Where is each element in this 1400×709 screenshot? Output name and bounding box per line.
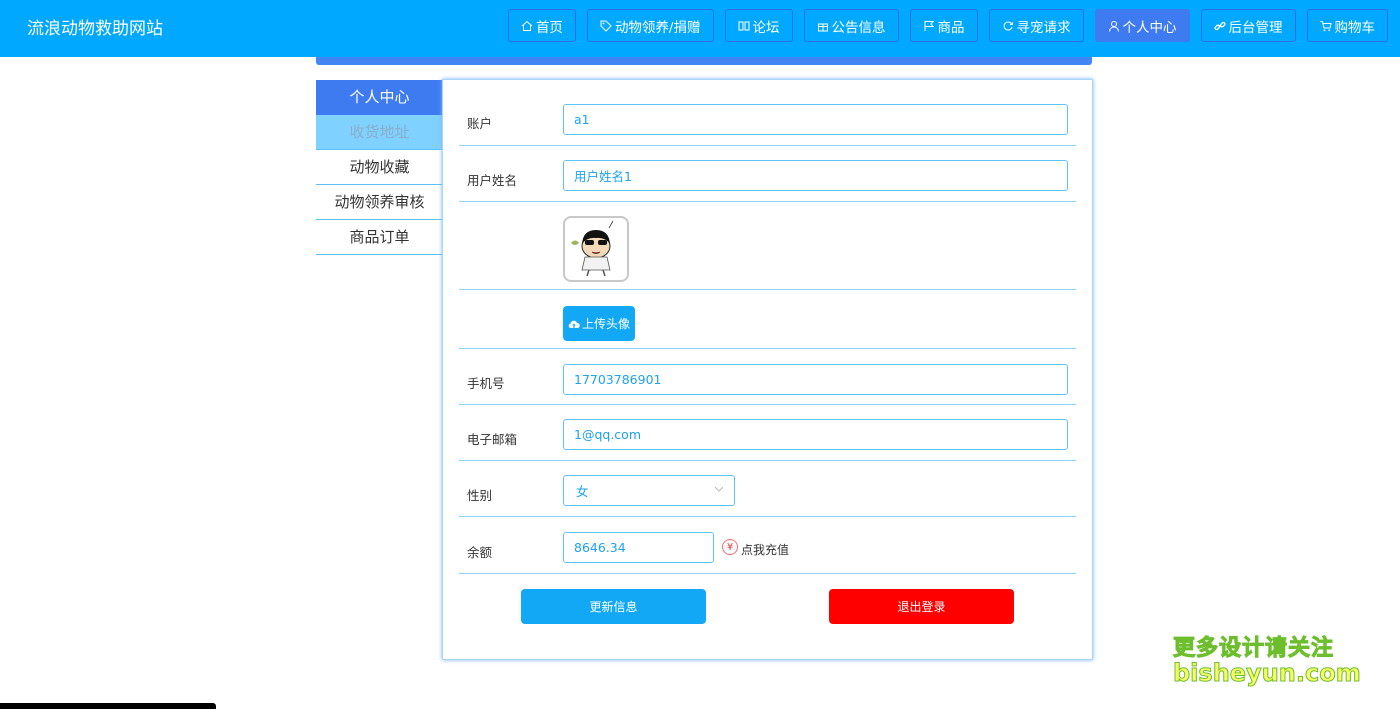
nav-adoption-label: 动物领养/捐赠 — [614, 19, 701, 36]
sidebar-item-address[interactable]: 收货地址 — [316, 115, 443, 150]
nav-pet-search-label: 寻宠请求 — [1016, 19, 1071, 36]
balance-input[interactable]: 8646.34 — [563, 532, 714, 563]
watermark-line2: bisheyun.com — [1173, 659, 1362, 688]
form-row-balance: 余额 8646.34 ¥ 点我充值 — [459, 517, 1076, 574]
nav-admin-label: 后台管理 — [1228, 19, 1283, 36]
nav-home-label: 首页 — [535, 19, 563, 36]
site-title: 流浪动物救助网站 — [27, 19, 163, 39]
avatar — [563, 216, 629, 282]
form-row-phone: 手机号 17703786901 — [459, 349, 1076, 405]
nav-admin[interactable]: 后台管理 — [1200, 9, 1296, 42]
form-row-email: 电子邮箱 1@qq.com — [459, 405, 1076, 461]
phone-label: 手机号 — [467, 376, 505, 391]
nav-forum[interactable]: 论坛 — [724, 9, 793, 42]
nav-goods[interactable]: 商品 — [909, 9, 978, 42]
nav-profile-label: 个人中心 — [1122, 19, 1177, 36]
avatar-image — [571, 220, 614, 277]
phone-input[interactable]: 17703786901 — [563, 364, 1068, 395]
sidebar-item-orders[interactable]: 商品订单 — [316, 220, 443, 255]
sidebar-item-profile[interactable]: 个人中心 — [316, 80, 443, 115]
nav-goods-label: 商品 — [937, 19, 965, 36]
upload-avatar-label: 上传头像 — [581, 317, 630, 331]
book-icon — [738, 21, 749, 30]
form-row-avatar — [459, 202, 1076, 290]
bottom-bar — [0, 703, 216, 709]
upload-avatar-button[interactable]: 上传头像 — [563, 306, 635, 341]
account-input[interactable]: a1 — [563, 104, 1068, 135]
gender-label: 性别 — [467, 488, 493, 503]
top-navbar: 流浪动物救助网站 首页 动物领养/捐赠 论坛 公告信息 商品 寻宠请求 个人中心 — [0, 0, 1400, 57]
watermark-line1: 更多设计请关注 — [1172, 636, 1335, 662]
sidebar-item-favorites[interactable]: 动物收藏 — [316, 150, 443, 185]
logout-button[interactable]: 退出登录 — [829, 589, 1014, 624]
sidebar-item-adoption-review[interactable]: 动物领养审核 — [316, 185, 443, 220]
gender-select[interactable]: 女 — [563, 475, 735, 506]
nav-cart[interactable]: 购物车 — [1306, 9, 1388, 42]
balance-label: 余额 — [467, 545, 493, 560]
form-row-account: 账户 a1 — [459, 92, 1076, 146]
refresh-icon — [1003, 21, 1013, 30]
home-icon — [521, 20, 533, 31]
nav-cart-label: 购物车 — [1334, 19, 1376, 36]
gift-icon — [817, 23, 828, 31]
header-stripe — [316, 57, 1092, 65]
username-input[interactable]: 用户姓名1 — [563, 160, 1068, 191]
cloud-upload-icon — [568, 320, 580, 328]
cart-icon — [1320, 20, 1332, 31]
recharge-link[interactable]: 点我充值 — [741, 541, 789, 558]
nav-notice[interactable]: 公告信息 — [803, 9, 899, 42]
user-icon — [1108, 20, 1119, 32]
tag-icon — [600, 20, 612, 32]
nav-adoption[interactable]: 动物领养/捐赠 — [586, 9, 714, 42]
nav-pet-search[interactable]: 寻宠请求 — [988, 9, 1084, 42]
email-input[interactable]: 1@qq.com — [563, 419, 1068, 450]
link-icon — [1213, 21, 1226, 30]
form-row-username: 用户姓名 用户姓名1 — [459, 146, 1076, 202]
email-label: 电子邮箱 — [467, 432, 518, 447]
nav-forum-label: 论坛 — [752, 19, 780, 36]
form-row-gender: 性别 女 — [459, 461, 1076, 517]
nav-profile[interactable]: 个人中心 — [1094, 9, 1190, 42]
form-row-upload: 上传头像 — [459, 290, 1076, 349]
account-label: 账户 — [467, 116, 493, 131]
profile-form-panel: 账户 a1 用户姓名 用户姓名1 上传头像 手机号 17703786901 电子… — [442, 79, 1093, 660]
yuan-icon[interactable]: ¥ — [722, 539, 738, 555]
nav-home[interactable]: 首页 — [507, 9, 576, 42]
update-info-button[interactable]: 更新信息 — [521, 589, 706, 624]
nav-notice-label: 公告信息 — [831, 19, 886, 36]
sidebar-menu: 个人中心 收货地址 动物收藏 动物领养审核 商品订单 — [316, 80, 443, 255]
chevron-down-icon — [714, 486, 724, 492]
username-label: 用户姓名 — [467, 173, 518, 188]
main-nav: 首页 动物领养/捐赠 论坛 公告信息 商品 寻宠请求 个人中心 后台管理 购物车 — [507, 9, 1388, 42]
gender-value: 女 — [576, 484, 589, 499]
flag-icon — [924, 20, 934, 31]
